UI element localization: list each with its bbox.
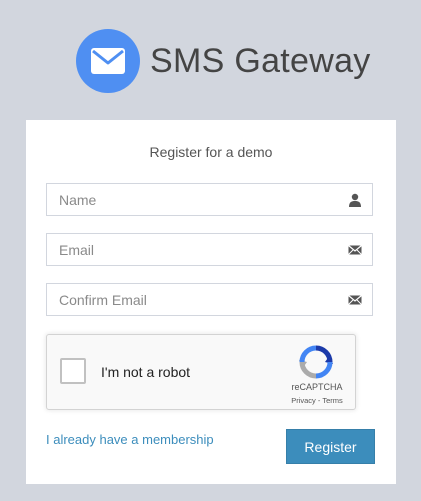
recaptcha-terms-link[interactable]: Terms: [322, 396, 342, 405]
brand-name: SMS Gateway: [150, 41, 371, 80]
envelope-icon: [348, 245, 362, 255]
name-field: [46, 183, 373, 216]
recaptcha-widget: I'm not a robot reCAPTCHA Privacy - Term…: [46, 334, 356, 410]
recaptcha-privacy-link[interactable]: Privacy: [291, 396, 316, 405]
confirm-email-input[interactable]: [47, 284, 351, 315]
email-field: [46, 233, 373, 266]
recaptcha-brand: reCAPTCHA: [291, 382, 343, 392]
recaptcha-label: I'm not a robot: [101, 364, 191, 380]
form-title: Register for a demo: [149, 144, 273, 160]
recaptcha-checkbox[interactable]: [60, 358, 86, 384]
recaptcha-links: Privacy - Terms: [277, 396, 357, 405]
membership-link[interactable]: I already have a membership: [46, 432, 214, 447]
user-icon: [349, 193, 361, 207]
brand-logo: SMS Gateway: [76, 28, 371, 94]
envelope-icon: [76, 29, 140, 93]
email-input[interactable]: [47, 234, 351, 265]
register-card: Register for a demo I'm not a robot: [26, 120, 396, 484]
confirm-email-field: [46, 283, 373, 316]
name-input[interactable]: [47, 184, 351, 215]
recaptcha-logo-icon: [299, 345, 333, 379]
register-button[interactable]: Register: [286, 429, 375, 464]
envelope-icon: [348, 295, 362, 305]
